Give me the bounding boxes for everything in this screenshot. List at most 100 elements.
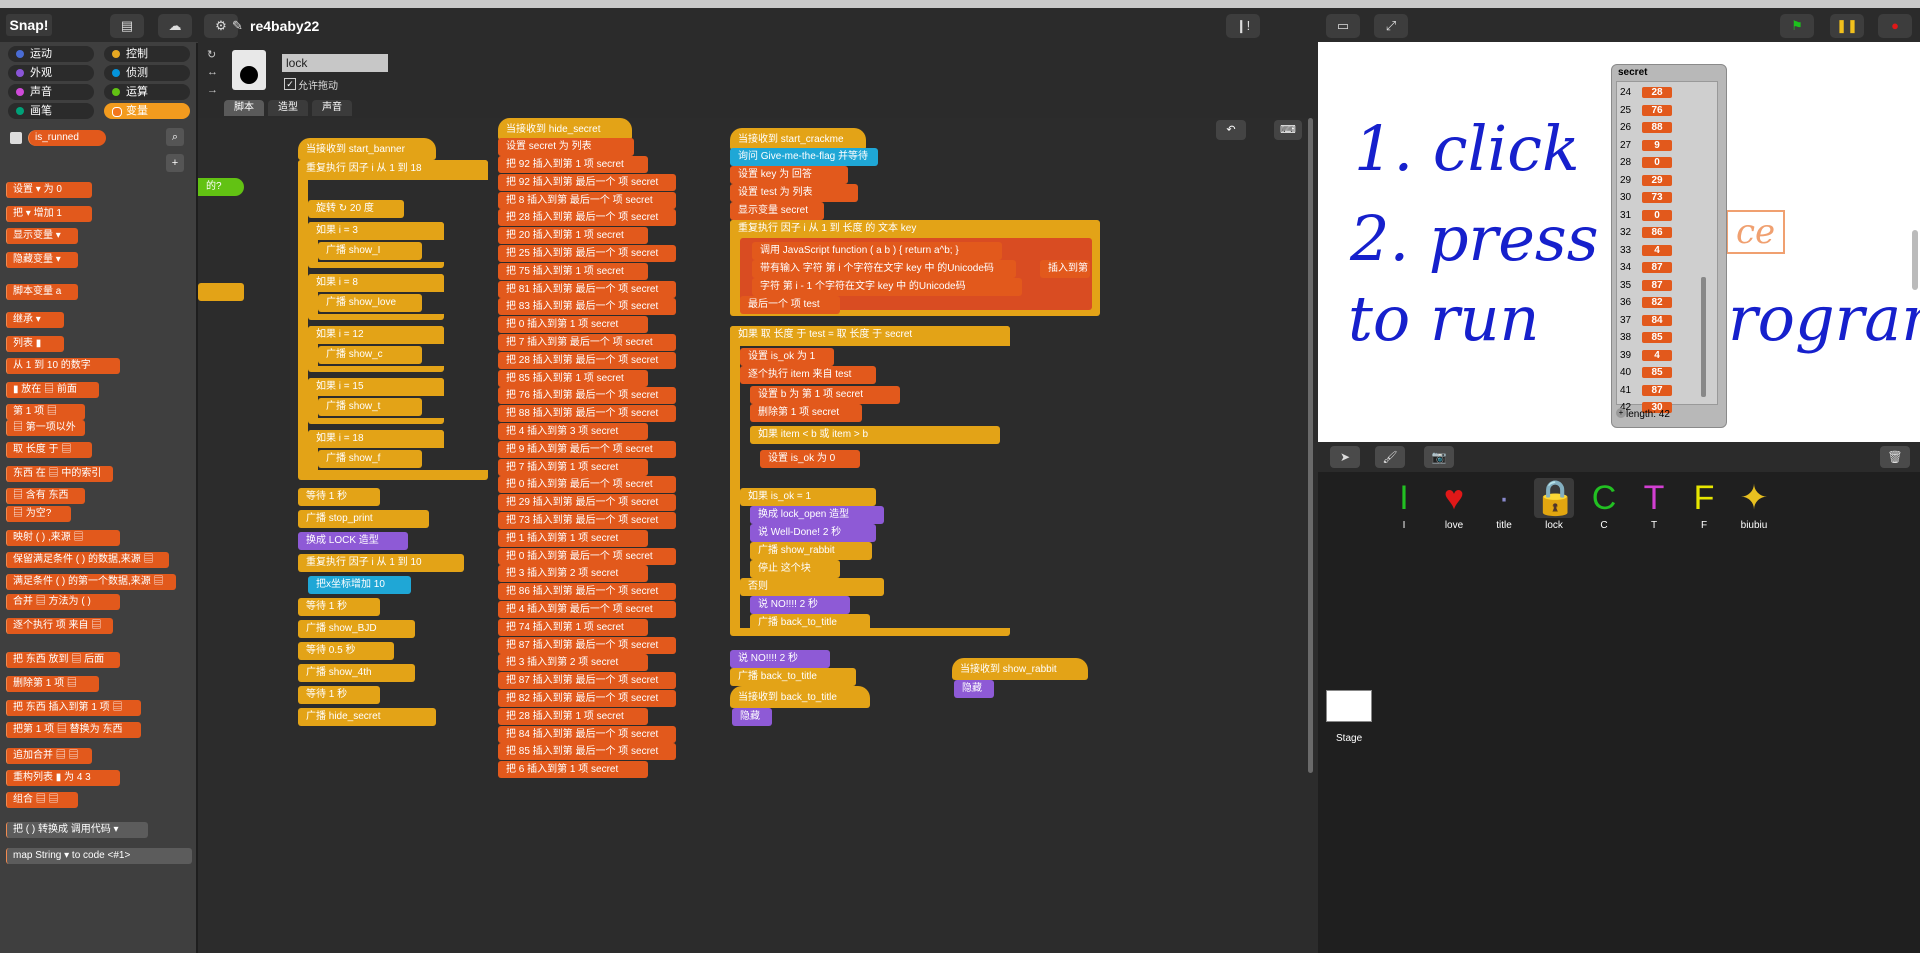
insert-block[interactable]: 把 3 插入到第 2 项 secret [498,565,648,583]
palette-block[interactable]: 删除第 1 项 ▤ [6,676,99,692]
scripts-area[interactable]: ↶ ⌨ 的? 当接收到 start_banner 重复执行 因子 i 从 1 到 … [198,118,1318,953]
hat-block[interactable]: 当接收到 start_banner [298,138,436,160]
insert-block[interactable]: 把 85 插入到第 1 项 secret [498,369,648,387]
set-list-block[interactable]: 设置 secret 为 列表 [498,138,634,156]
script-block[interactable]: 等待 1 秒 [298,598,380,616]
keyboard-icon[interactable]: ⌨ [1274,120,1302,140]
insert-block[interactable]: 把 74 插入到第 1 项 secret [498,618,648,636]
add-block-icon[interactable]: + [166,154,184,172]
insert-block[interactable]: 把 29 插入到第 最后一个 项 secret [498,494,676,512]
switch-costume-block[interactable]: 换成 lock_open 造型 [750,506,884,524]
insert-block[interactable]: 把 28 插入到第 1 项 secret [498,707,648,725]
palette-block[interactable]: 第 1 项 ▤ [6,404,85,420]
script-block[interactable]: 广播 hide_secret [298,708,436,726]
list-value[interactable]: 86 [1642,227,1672,238]
insert-block[interactable]: 把 86 插入到第 最后一个 项 secret [498,583,676,601]
palette-block[interactable]: 把 ( ) 转换成 调用代码 ▾ [6,822,148,838]
set-is-ok-zero-block[interactable]: 设置 is_ok 为 0 [760,450,860,468]
file-icon[interactable]: ▤ [110,14,144,38]
script-block[interactable]: 把x坐标增加 10 [308,576,411,594]
list-value[interactable]: 0 [1642,157,1672,168]
tab-costumes[interactable]: 造型 [268,100,308,116]
tab-scripts[interactable]: 脚本 [224,100,264,116]
pause-icon[interactable]: ❚❚ [1830,14,1864,38]
char-line-block[interactable]: 字符 第 i - 1 个字符在文字 key 中 的Unicode码 [752,278,1022,296]
palette-block[interactable]: 把第 1 项 ▤ 替换为 东西 [6,722,141,738]
insert-block[interactable]: 把 87 插入到第 最后一个 项 secret [498,636,676,654]
hat-block[interactable]: 当接收到 hide_secret [498,118,632,140]
stage-scroll-handle[interactable] [1912,230,1918,290]
stop-block[interactable]: 停止 这个块 [750,560,840,578]
category-control[interactable]: 控制 [104,46,190,62]
sprite-F[interactable]: FF [1682,478,1726,536]
sprite-lock[interactable]: 🔒 lock [1532,478,1576,536]
palette-block[interactable]: ▮ 放在 ▤ 前面 [6,382,99,398]
insert-block[interactable]: 把 7 插入到第 最后一个 项 secret [498,334,676,351]
script-block[interactable]: 重复执行 因子 i 从 1 到 10 [298,554,464,572]
script-block[interactable]: 广播 show_4th [298,664,415,682]
insert-block[interactable]: 把 4 插入到第 3 项 secret [498,423,648,440]
set-key-block[interactable]: 设置 key 为 回答 [730,166,848,184]
list-value[interactable]: 87 [1642,279,1672,291]
watcher-scrollbar[interactable] [1698,87,1708,401]
stage-thumbnail[interactable] [1326,690,1372,722]
variable-checkbox[interactable] [10,132,22,144]
sprite-C[interactable]: CC [1582,478,1626,536]
palette-block[interactable]: 满足条件 ( ) 的第一个数据,来源 ▤ [6,574,176,590]
list-value[interactable]: 85 [1642,367,1672,378]
hat-block[interactable]: 当接收到 back_to_title [730,686,870,708]
category-variables[interactable]: 变量 [104,103,190,119]
turbo-icon[interactable]: ❙! [1226,14,1260,38]
ask-block[interactable]: 询问 Give-me-the-flag 并等待 [730,148,878,166]
show-variable-block[interactable]: 显示变量 secret [730,202,824,220]
palette-block[interactable]: 把 ▾ 增加 1 [6,206,92,222]
insert-block[interactable]: 把 4 插入到第 最后一个 项 secret [498,601,676,618]
fullscreen-icon[interactable]: ⤢ [1374,14,1408,38]
palette-block[interactable]: 追加合并 ▤ ▤ [6,748,92,764]
insert-block[interactable]: 把 85 插入到第 最后一个 项 secret [498,743,676,761]
broadcast-block[interactable]: 广播 show_love [318,294,422,312]
if-length-block[interactable]: 如果 取 长度 于 test = 取 长度 于 secret [730,326,1010,344]
sprite-title[interactable]: · title [1482,478,1526,536]
list-value[interactable]: 85 [1642,332,1672,343]
insert-block[interactable]: 把 92 插入到第 最后一个 项 secret [498,173,676,191]
palette-block[interactable]: 显示变量 ▾ [6,228,78,244]
palette-block[interactable]: 保留满足条件 ( ) 的数据,来源 ▤ [6,552,169,568]
repeat-label[interactable]: 重复执行 因子 i 从 1 到 18 [298,160,488,178]
list-value[interactable]: 82 [1642,297,1672,308]
tab-sounds[interactable]: 声音 [312,100,352,116]
palette-block[interactable]: 取 长度 于 ▤ [6,442,92,458]
category-sensing[interactable]: 侦测 [104,65,190,81]
palette-block[interactable]: 映射 ( ) ,来源 ▤ [6,530,120,546]
category-looks[interactable]: 外观 [8,65,94,81]
if-condition[interactable]: 如果 i = 18 [308,430,444,448]
say-block[interactable]: 说 NO!!!! 2 秒 [730,650,830,668]
sprite-T[interactable]: TT [1632,478,1676,536]
palette-block[interactable]: 组合 ▤ ▤ [6,792,78,808]
palette-block[interactable]: ▤ 第一项以外 [6,420,85,436]
stage-size-icon[interactable]: ▭ [1326,14,1360,38]
palette-block[interactable]: 隐藏变量 ▾ [6,252,78,268]
undo-icon[interactable]: ↶ [1216,120,1246,140]
palette-block[interactable]: 把 东西 插入到第 1 项 ▤ [6,700,141,716]
script-block[interactable]: 广播 show_BJD [298,620,415,638]
list-value[interactable]: 9 [1642,139,1672,151]
insert-block[interactable]: 把 0 插入到第 最后一个 项 secret [498,547,676,565]
palette-block[interactable]: 东西 在 ▤ 中的索引 [6,466,113,482]
if-condition[interactable]: 如果 i = 12 [308,326,444,344]
turn-block[interactable]: 旋转 ↻ 20 度 [308,200,404,218]
cloud-icon[interactable]: ☁ [158,14,192,38]
insert-block[interactable]: 把 8 插入到第 最后一个 项 secret [498,191,676,209]
palette-block-is-runned[interactable]: is_runned [28,130,106,146]
list-value[interactable]: 76 [1642,104,1672,116]
green-flag-icon[interactable]: ⚑ [1780,14,1814,38]
scripts-scrollbar[interactable] [1308,118,1313,773]
no-rotate-icon[interactable]: → [207,84,218,96]
say-block[interactable]: 说 NO!!!! 2 秒 [750,596,850,614]
camera-icon[interactable]: 📷 [1424,446,1454,468]
set-b-block[interactable]: 设置 b 为 第 1 项 secret [750,386,900,404]
delete-block[interactable]: 删除第 1 项 secret [750,404,862,422]
list-value[interactable]: 87 [1642,384,1672,396]
category-pen[interactable]: 画笔 [8,103,94,119]
list-value[interactable]: 84 [1642,314,1672,326]
